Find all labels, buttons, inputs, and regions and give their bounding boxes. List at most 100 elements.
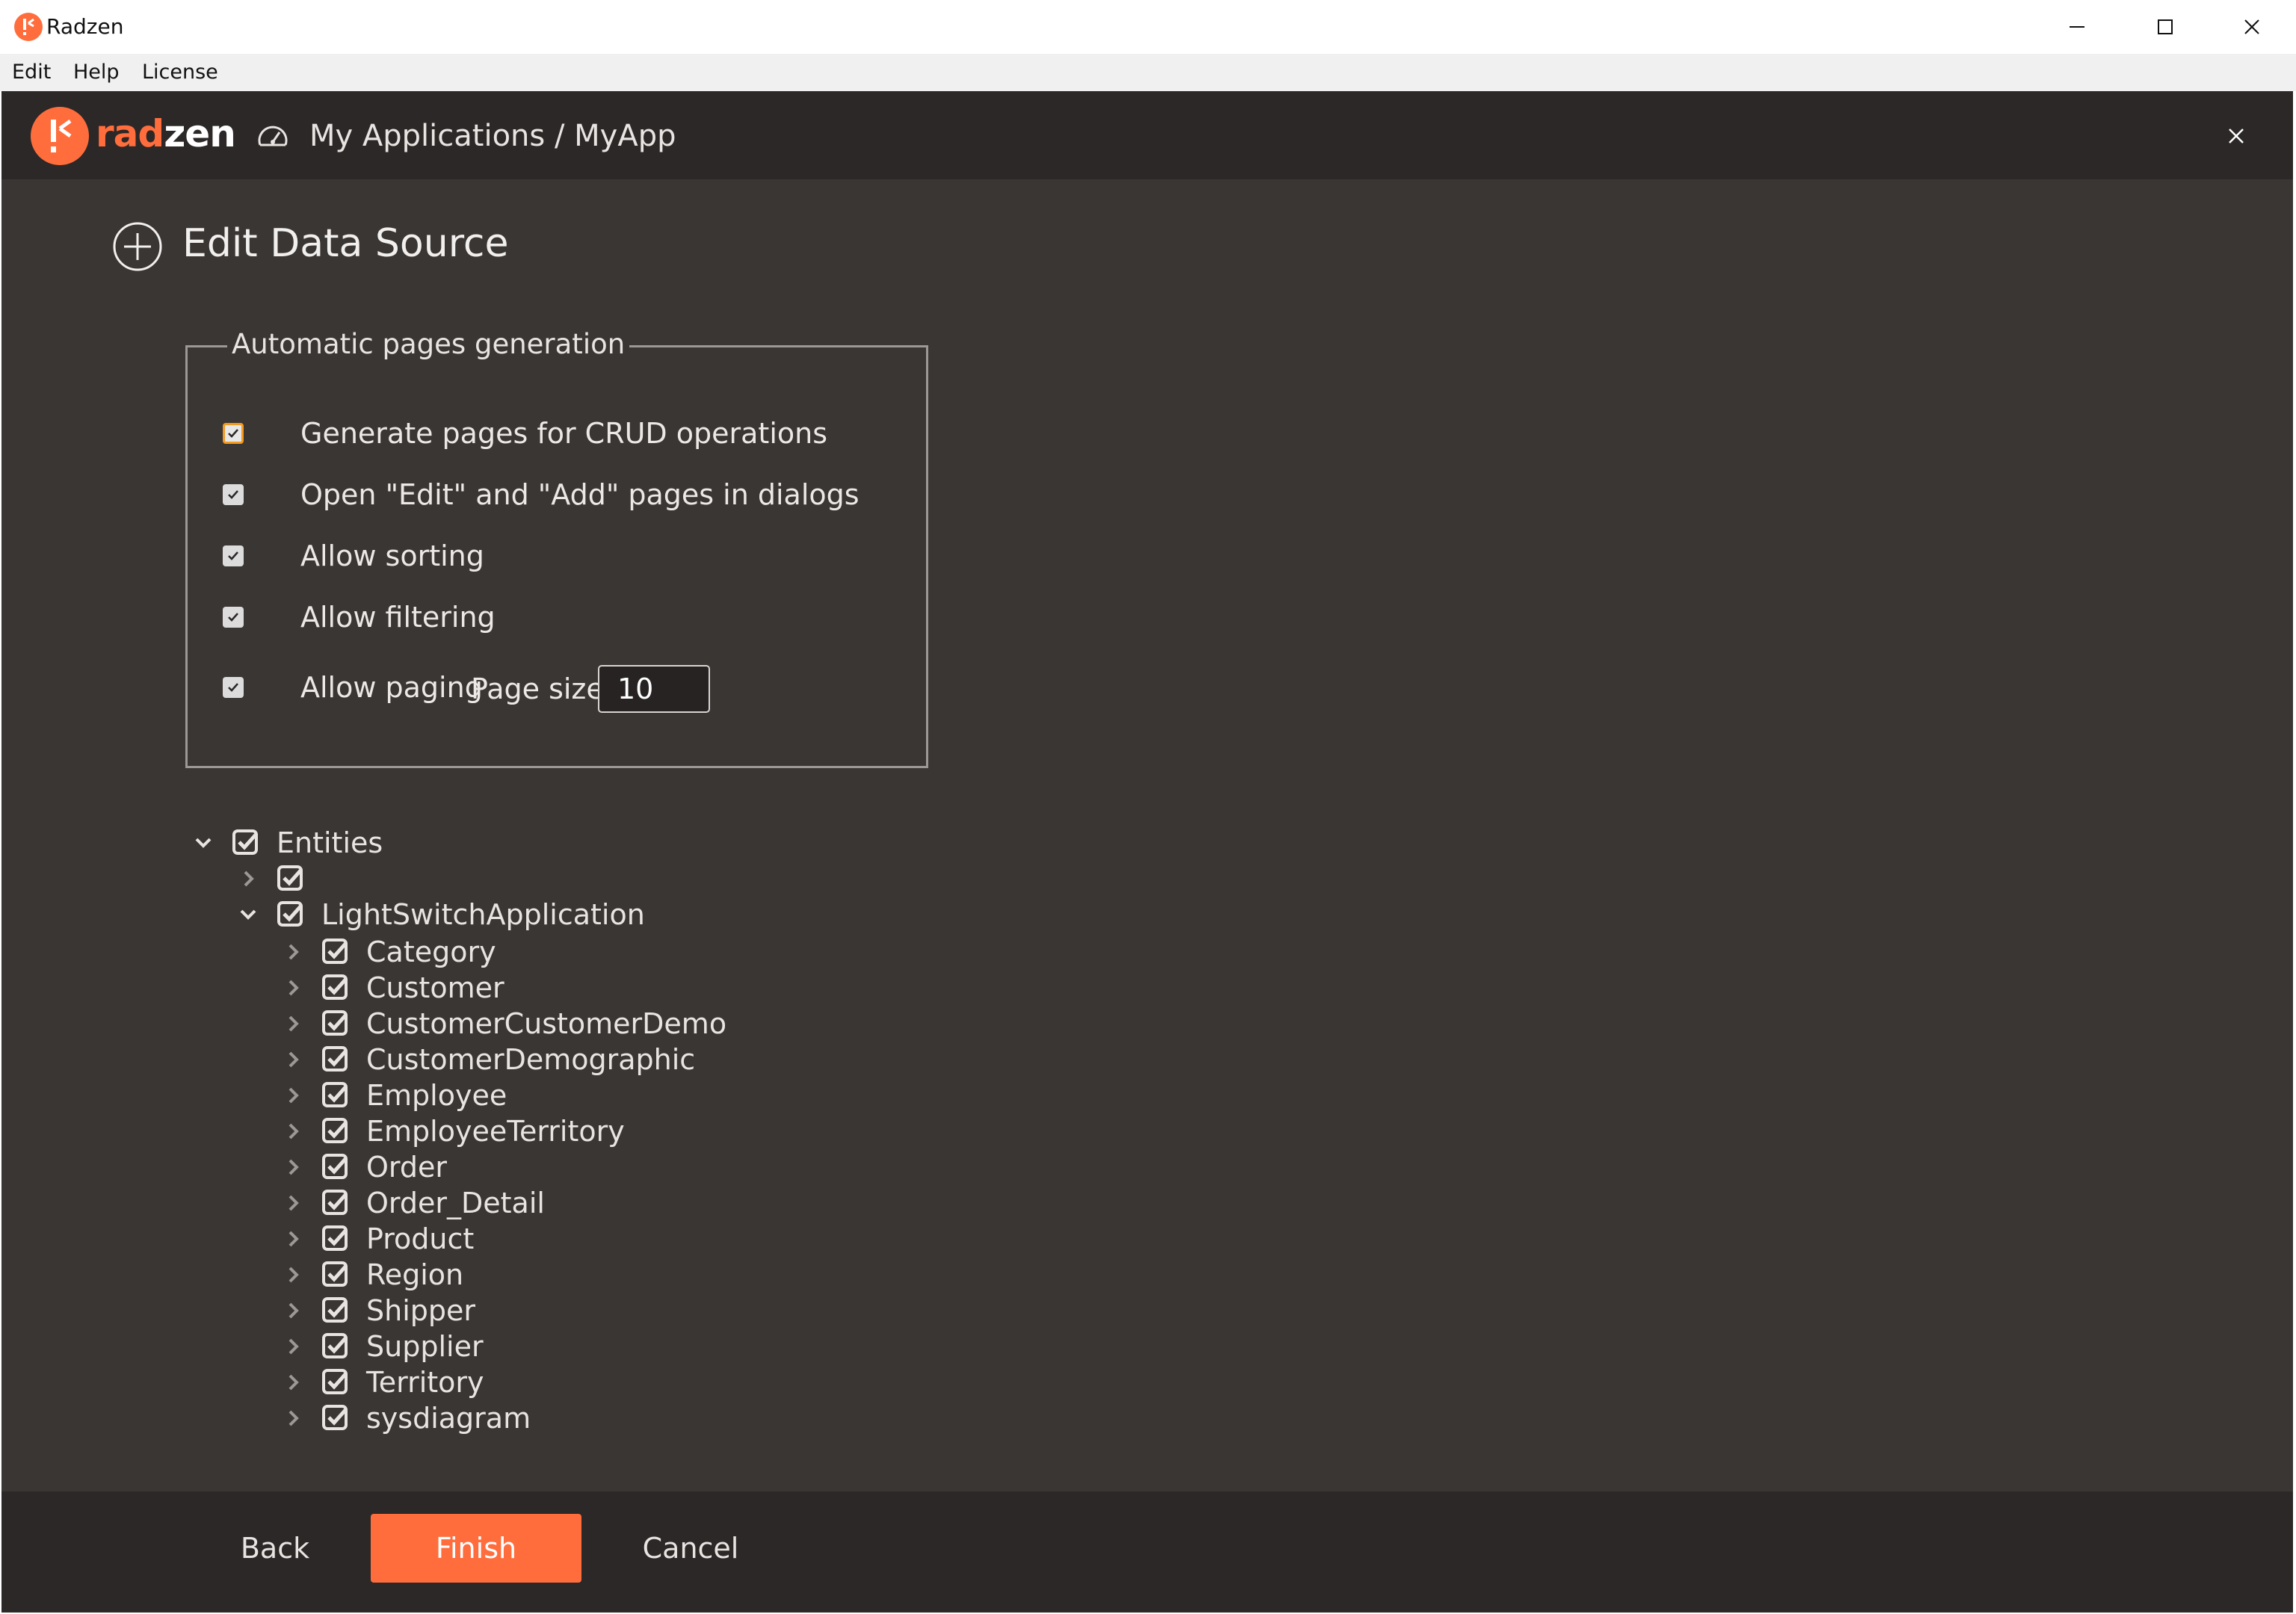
- tree-node-entity[interactable]: Region: [278, 1257, 463, 1293]
- tree-node-label: Product: [366, 1222, 475, 1255]
- tree-checkbox[interactable]: [321, 1404, 350, 1432]
- chevron-right-icon[interactable]: [278, 973, 308, 1003]
- option-allow-sorting[interactable]: Allow sorting: [223, 534, 484, 578]
- chevron-down-icon[interactable]: [188, 828, 218, 858]
- chevron-right-icon[interactable]: [278, 1403, 308, 1433]
- tree-node-entities[interactable]: Entities: [188, 825, 383, 861]
- tree-node-entity[interactable]: Territory: [278, 1364, 484, 1400]
- chevron-right-icon[interactable]: [278, 1260, 308, 1290]
- tree-checkbox[interactable]: [277, 900, 305, 929]
- checkbox-allow-filtering[interactable]: [223, 607, 244, 628]
- tree-node-entity[interactable]: Category: [278, 934, 496, 970]
- tree-node-lightswitch[interactable]: LightSwitchApplication: [233, 897, 645, 933]
- tree-checkbox[interactable]: [321, 974, 350, 1002]
- tree-checkbox[interactable]: [321, 938, 350, 966]
- chevron-right-icon[interactable]: [278, 1152, 308, 1182]
- tree-checkbox[interactable]: [321, 1117, 350, 1145]
- chevron-right-icon[interactable]: [278, 1080, 308, 1110]
- tree-checkbox[interactable]: [321, 1332, 350, 1361]
- page-size-label: Page size: [471, 672, 604, 705]
- maximize-icon: [2158, 19, 2173, 34]
- tree-checkbox[interactable]: [232, 829, 260, 857]
- tree-node-entity[interactable]: EmployeeTerritory: [278, 1113, 625, 1149]
- menu-license[interactable]: License: [142, 58, 218, 87]
- chevron-right-icon[interactable]: [233, 864, 263, 894]
- close-app-button[interactable]: [2218, 118, 2254, 154]
- tree-node-label: Shipper: [366, 1294, 476, 1327]
- tree-node-unnamed[interactable]: [233, 861, 321, 897]
- chevron-right-icon[interactable]: [278, 1332, 308, 1361]
- page-title: Edit Data Source: [182, 221, 509, 266]
- finish-button[interactable]: Finish: [371, 1514, 581, 1583]
- checkmark-icon: [228, 683, 238, 692]
- tree-node-label: CustomerDemographic: [366, 1043, 696, 1076]
- chevron-right-icon[interactable]: [278, 1045, 308, 1075]
- tree-node-label: LightSwitchApplication: [321, 898, 645, 931]
- menu-help[interactable]: Help: [73, 58, 120, 87]
- tree-checkbox[interactable]: [321, 1261, 350, 1289]
- tree-node-entity[interactable]: CustomerCustomerDemo: [278, 1006, 726, 1042]
- dashboard-gauge-icon[interactable]: [256, 120, 290, 154]
- plus-circle-icon: [113, 222, 162, 271]
- back-button[interactable]: Back: [211, 1514, 339, 1583]
- cancel-button[interactable]: Cancel: [626, 1514, 755, 1583]
- option-label: Generate pages for CRUD operations: [300, 417, 828, 450]
- tree-node-entity[interactable]: Customer: [278, 970, 504, 1006]
- option-generate-crud[interactable]: Generate pages for CRUD operations: [223, 411, 827, 456]
- tree-node-entity[interactable]: Shipper: [278, 1293, 475, 1329]
- checkbox-allow-paging[interactable]: [223, 677, 244, 698]
- tree-node-entity[interactable]: Product: [278, 1221, 474, 1257]
- window-title: Radzen: [46, 14, 124, 39]
- tree-node-entity[interactable]: Supplier: [278, 1329, 484, 1364]
- option-allow-filtering[interactable]: Allow filtering: [223, 595, 496, 640]
- breadcrumb[interactable]: My Applications / MyApp: [309, 115, 676, 157]
- tree-checkbox[interactable]: [321, 1368, 350, 1397]
- chevron-right-icon[interactable]: [278, 1116, 308, 1146]
- radzen-logo-icon: [14, 13, 43, 41]
- tree-node-label: EmployeeTerritory: [366, 1115, 625, 1148]
- option-label: Allow sorting: [300, 539, 484, 572]
- tree-checkbox[interactable]: [321, 1081, 350, 1110]
- tree-checkbox[interactable]: [277, 865, 305, 893]
- option-allow-paging[interactable]: Allow paging: [223, 665, 483, 710]
- tree-node-entity[interactable]: sysdiagram: [278, 1400, 531, 1436]
- tree-node-label: Customer: [366, 971, 504, 1004]
- checkbox-generate-crud[interactable]: [223, 423, 244, 444]
- app-window: radzen My Applications / MyApp Edit Data…: [1, 91, 2293, 1613]
- brand-wordmark[interactable]: radzen: [96, 108, 236, 160]
- tree-checkbox[interactable]: [321, 1189, 350, 1217]
- tree-node-entity[interactable]: Order_Detail: [278, 1185, 545, 1221]
- tree-checkbox[interactable]: [321, 1225, 350, 1253]
- maximize-button[interactable]: [2121, 0, 2209, 54]
- checkbox-open-in-dialogs[interactable]: [223, 484, 244, 505]
- brand-zen: zen: [164, 112, 236, 155]
- tree-node-label: Region: [366, 1258, 464, 1291]
- page-size-input[interactable]: [598, 665, 710, 713]
- option-open-in-dialogs[interactable]: Open "Edit" and "Add" pages in dialogs: [223, 472, 860, 517]
- chevron-right-icon[interactable]: [278, 1009, 308, 1039]
- chevron-right-icon[interactable]: [278, 1367, 308, 1397]
- tree-node-entity[interactable]: CustomerDemographic: [278, 1042, 695, 1077]
- checkmark-icon: [228, 613, 238, 622]
- tree-node-label: Employee: [366, 1079, 507, 1112]
- chevron-down-icon[interactable]: [233, 900, 263, 930]
- checkmark-icon: [228, 490, 238, 499]
- chevron-right-icon[interactable]: [278, 937, 308, 967]
- tree-node-entity[interactable]: Employee: [278, 1077, 507, 1113]
- close-icon: [2244, 19, 2259, 34]
- tree-checkbox[interactable]: [321, 1296, 350, 1325]
- option-label: Allow paging: [300, 671, 483, 704]
- minimize-button[interactable]: [2033, 0, 2121, 54]
- close-icon: [2229, 129, 2244, 143]
- tree-node-entity[interactable]: Order: [278, 1149, 447, 1185]
- tree-checkbox[interactable]: [321, 1153, 350, 1181]
- close-window-button[interactable]: [2208, 0, 2296, 54]
- menu-edit[interactable]: Edit: [12, 58, 51, 87]
- tree-checkbox[interactable]: [321, 1045, 350, 1074]
- tree-node-label: Supplier: [366, 1330, 484, 1363]
- tree-checkbox[interactable]: [321, 1009, 350, 1038]
- chevron-right-icon[interactable]: [278, 1296, 308, 1326]
- checkbox-allow-sorting[interactable]: [223, 545, 244, 566]
- chevron-right-icon[interactable]: [278, 1224, 308, 1254]
- chevron-right-icon[interactable]: [278, 1188, 308, 1218]
